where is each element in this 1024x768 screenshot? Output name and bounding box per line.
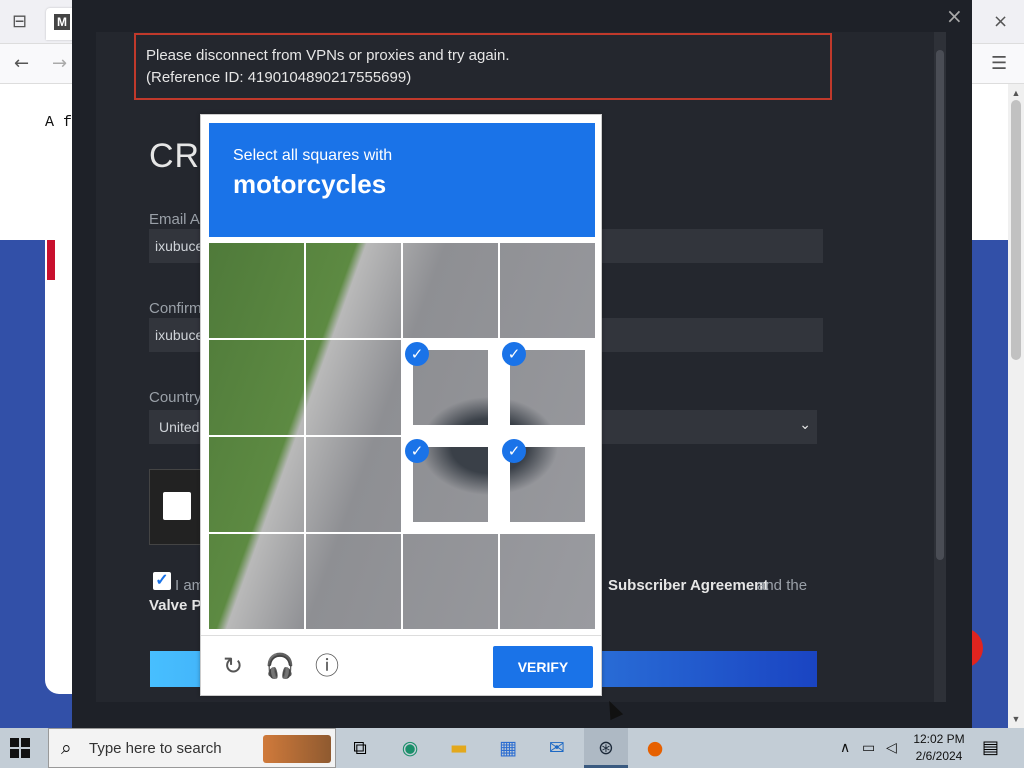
captcha-header: Select all squares with motorcycles [209, 123, 595, 237]
captcha-tile[interactable] [500, 534, 595, 629]
captcha-tile[interactable] [209, 243, 304, 338]
search-icon: ⌕ [61, 737, 72, 759]
forward-arrow-icon[interactable]: → [52, 54, 67, 74]
chevron-down-icon: ⌄ [799, 417, 811, 433]
captcha-tile-image [403, 534, 498, 629]
notifications-icon[interactable]: ▤ [982, 737, 1004, 759]
volume-muted-icon[interactable]: ◁ [886, 740, 897, 756]
scroll-down-icon[interactable]: ▼ [1008, 714, 1024, 724]
page-card-accent [47, 240, 55, 280]
menu-icon[interactable]: ☰ [991, 54, 1007, 74]
taskbar: ⌕ Type here to search ⧉ ◉ ▬ ▦ ✉ ⊛ ● ∧ ▭ … [0, 728, 1024, 768]
captcha-tile[interactable] [403, 534, 498, 629]
recaptcha-challenge: Select all squares with motorcycles ✓ ✓ ✓ ✓… [200, 114, 602, 696]
clock-time: 12:02 PM [913, 732, 965, 746]
captcha-checkbox[interactable] [163, 492, 191, 520]
tab-overview-icon[interactable]: ⊟ [12, 12, 27, 32]
captcha-grid: ✓ ✓ ✓ ✓ [209, 243, 595, 629]
agree-and-text: and the [757, 577, 808, 594]
reload-icon[interactable]: ↻ [219, 652, 247, 680]
captcha-tile[interactable] [403, 243, 498, 338]
audio-headphones-icon[interactable]: 🎧 [265, 652, 295, 680]
captcha-tile[interactable]: ✓ [403, 437, 498, 532]
chevron-up-icon[interactable]: ∧ [840, 740, 850, 756]
taskbar-search-input[interactable]: ⌕ Type here to search [48, 728, 336, 768]
captcha-tile-image [306, 534, 401, 629]
captcha-tile-image [403, 243, 498, 338]
captcha-tile-image [306, 243, 401, 338]
error-line-1: Please disconnect from VPNs or proxies a… [146, 47, 510, 64]
edge-browser-icon[interactable]: ◉ [398, 736, 422, 760]
firefox-icon[interactable]: ● [643, 736, 667, 760]
captcha-tile-image [500, 534, 595, 629]
valve-privacy-link[interactable]: Valve Pr [149, 597, 207, 614]
modal-close-icon[interactable]: × [946, 4, 963, 28]
captcha-tile[interactable] [209, 437, 304, 532]
captcha-tile-image [209, 340, 304, 435]
country-value: United [159, 419, 200, 435]
network-icon[interactable]: ▭ [862, 740, 875, 756]
subscriber-agreement-link[interactable]: Subscriber Agreement [608, 577, 768, 594]
captcha-tile[interactable] [500, 243, 595, 338]
tile-check-icon: ✓ [405, 439, 429, 463]
captcha-footer: ↻ 🎧 ⓘ VERIFY [201, 635, 601, 695]
captcha-tile[interactable]: ✓ [500, 340, 595, 435]
captcha-tile[interactable]: ✓ [500, 437, 595, 532]
error-message: Please disconnect from VPNs or proxies a… [134, 33, 832, 100]
close-icon[interactable]: × [993, 12, 1008, 32]
captcha-tile[interactable] [306, 437, 401, 532]
captcha-tile[interactable] [306, 340, 401, 435]
captcha-tile-image [209, 437, 304, 532]
task-view-icon[interactable]: ⧉ [348, 736, 372, 760]
captcha-instruction: Select all squares with [233, 147, 393, 164]
captcha-tile-image [500, 243, 595, 338]
page-scroll-thumb[interactable] [1011, 100, 1021, 360]
tile-check-icon: ✓ [405, 342, 429, 366]
steam-icon[interactable]: ⊛ [594, 736, 618, 760]
tile-check-icon: ✓ [502, 342, 526, 366]
tile-check-icon: ✓ [502, 439, 526, 463]
verify-button[interactable]: VERIFY [493, 646, 593, 688]
captcha-tile-image [209, 534, 304, 629]
windows-start-icon[interactable] [10, 738, 30, 758]
captcha-tile-image [209, 243, 304, 338]
confirm-email-label: Confirm [149, 300, 202, 317]
scroll-up-icon[interactable]: ▲ [1008, 88, 1024, 98]
captcha-tile-image [306, 437, 401, 532]
error-line-2: (Reference ID: 4190104890217555699) [146, 69, 412, 86]
system-clock[interactable]: 12:02 PM 2/6/2024 [904, 731, 974, 765]
gmail-icon: M [54, 14, 70, 30]
microsoft-store-icon[interactable]: ▦ [496, 736, 520, 760]
search-widget-icon[interactable] [263, 735, 331, 763]
clock-date: 2/6/2024 [915, 749, 963, 763]
modal-scroll-thumb[interactable] [936, 50, 944, 560]
captcha-tile[interactable] [209, 340, 304, 435]
search-placeholder: Type here to search [89, 740, 222, 757]
back-arrow-icon[interactable]: ← [14, 54, 29, 74]
mail-icon[interactable]: ✉ [545, 736, 569, 760]
page-text: A f [45, 114, 73, 131]
captcha-tile-image [306, 340, 401, 435]
agree-checkbox[interactable]: ✓ [153, 572, 171, 590]
captcha-target: motorcycles [233, 169, 387, 199]
captcha-tile[interactable] [306, 534, 401, 629]
country-label: Country [149, 389, 202, 406]
captcha-tile[interactable] [306, 243, 401, 338]
file-explorer-icon[interactable]: ▬ [447, 736, 471, 760]
captcha-tile[interactable] [209, 534, 304, 629]
captcha-tile[interactable]: ✓ [403, 340, 498, 435]
info-icon[interactable]: ⓘ [313, 652, 341, 680]
